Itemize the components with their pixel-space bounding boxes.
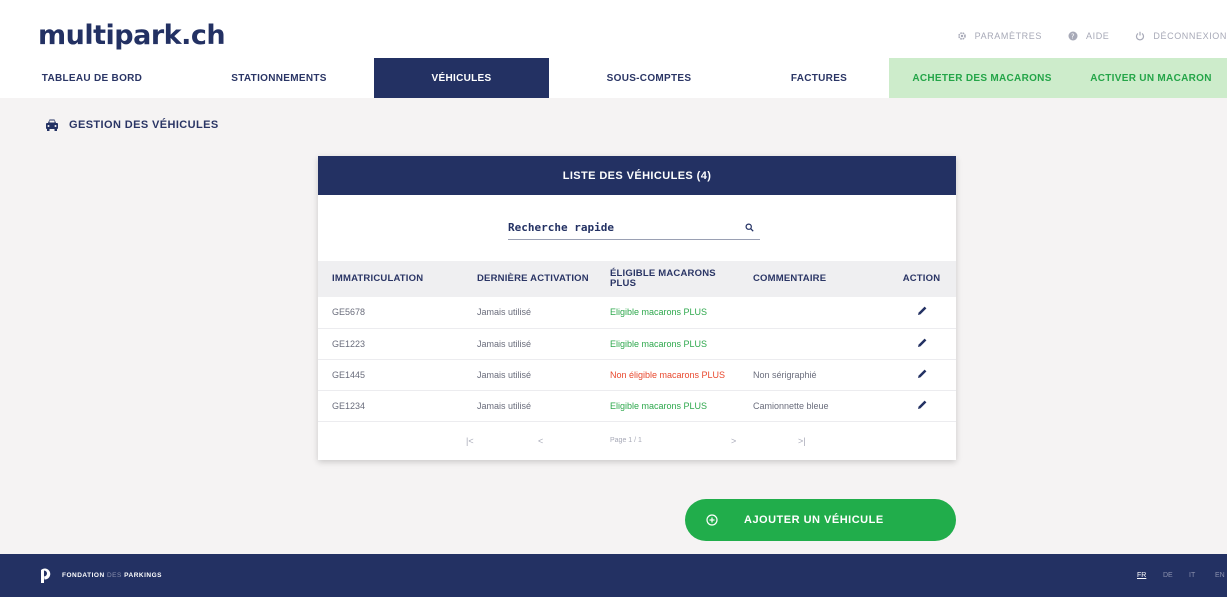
cell-last-activation: Jamais utilisé [463,328,596,360]
cell-comment: Non sérigraphié [739,359,887,391]
vehicle-list-title: LISTE DES VÉHICULES (4) [318,156,956,195]
site-header: multipark.ch PARAMÈTRES ? AIDE DÉCONNEXI… [0,0,1227,98]
site-footer: FONDATION DES PARKINGS FR DE IT EN [0,554,1227,597]
edit-icon[interactable] [916,305,928,317]
cell-plate: GE1234 [318,390,463,422]
search-input[interactable] [508,221,728,234]
lang-fr[interactable]: FR [1137,572,1149,579]
main-nav: TABLEAU DE BORD STATIONNEMENTS VÉHICULES… [0,58,1227,98]
table-row: GE1223 Jamais utilisé Eligible macarons … [318,328,956,360]
cell-comment [739,328,887,360]
column-header-plate[interactable]: IMMATRICULATION [318,261,463,297]
column-header-action: ACTION [887,261,956,297]
site-logo[interactable]: multipark.ch [38,20,226,51]
column-header-comment[interactable]: COMMENTAIRE [739,261,887,297]
nav-tab-parkings[interactable]: STATIONNEMENTS [184,58,374,98]
edit-icon[interactable] [916,368,928,380]
cell-last-activation: Jamais utilisé [463,297,596,329]
logout-label: DÉCONNEXION [1153,31,1227,41]
next-page-button[interactable]: > [731,436,736,446]
table-row: GE1445 Jamais utilisé Non éligible macar… [318,359,956,391]
vehicle-table: IMMATRICULATION DERNIÈRE ACTIVATION ÉLIG… [318,261,956,422]
column-header-eligible[interactable]: ÉLIGIBLE MACARONS PLUS [596,261,739,297]
settings-link[interactable]: PARAMÈTRES [957,31,1042,41]
page-title: GESTION DES VÉHICULES [45,118,219,132]
cell-eligible: Eligible macarons PLUS [596,297,739,329]
lang-en[interactable]: EN [1215,572,1227,579]
brand-word-2: DES [106,571,122,579]
cell-eligible: Non éligible macarons PLUS [596,359,739,391]
nav-tab-dashboard[interactable]: TABLEAU DE BORD [0,58,184,98]
pagination: |< < Page 1 / 1 > >| [318,436,956,454]
footer-brand[interactable]: FONDATION DES PARKINGS [38,566,162,584]
column-header-last-activation[interactable]: DERNIÈRE ACTIVATION [463,261,596,297]
page-indicator: Page 1 / 1 [610,437,642,444]
edit-icon[interactable] [916,337,928,349]
cell-plate: GE5678 [318,297,463,329]
brand-word-1: FONDATION [62,571,105,579]
nav-tab-subaccounts[interactable]: SOUS-COMPTES [549,58,749,98]
nav-activate-sticker[interactable]: ACTIVER UN MACARON [1075,58,1227,98]
table-row: GE1234 Jamais utilisé Eligible macarons … [318,390,956,422]
cell-plate: GE1223 [318,328,463,360]
car-icon [45,118,59,132]
lang-it[interactable]: IT [1189,572,1201,579]
nav-buy-stickers[interactable]: ACHETER DES MACARONS [889,58,1075,98]
table-row: GE5678 Jamais utilisé Eligible macarons … [318,297,956,329]
cell-eligible: Eligible macarons PLUS [596,328,739,360]
cell-comment: Camionnette bleue [739,390,887,422]
cell-last-activation: Jamais utilisé [463,359,596,391]
lang-de[interactable]: DE [1163,572,1175,579]
help-icon: ? [1068,31,1078,41]
vehicle-list-card: LISTE DES VÉHICULES (4) IMMATRICULATION … [318,156,956,460]
search-icon[interactable] [745,223,754,232]
cell-plate: GE1445 [318,359,463,391]
nav-tab-invoices[interactable]: FACTURES [749,58,889,98]
nav-tab-vehicles[interactable]: VÉHICULES [374,58,549,98]
utility-nav: PARAMÈTRES ? AIDE DÉCONNEXION [957,31,1227,41]
edit-icon[interactable] [916,399,928,411]
cell-comment [739,297,887,329]
parkings-logo-icon [38,566,52,584]
svg-text:?: ? [1071,33,1075,41]
power-icon [1135,31,1145,41]
last-page-button[interactable]: >| [798,436,806,446]
add-vehicle-button[interactable]: AJOUTER UN VÉHICULE [685,499,956,541]
footer-brand-text: FONDATION DES PARKINGS [62,572,162,579]
logout-link[interactable]: DÉCONNEXION [1135,31,1227,41]
table-header-row: IMMATRICULATION DERNIÈRE ACTIVATION ÉLIG… [318,261,956,297]
brand-word-3: PARKINGS [124,571,162,579]
settings-label: PARAMÈTRES [974,31,1042,41]
plus-circle-icon [706,514,718,526]
language-switcher: FR DE IT EN [1123,572,1227,579]
help-label: AIDE [1085,31,1110,41]
cell-eligible: Eligible macarons PLUS [596,390,739,422]
help-link[interactable]: ? AIDE [1068,31,1109,41]
cell-last-activation: Jamais utilisé [463,390,596,422]
gear-icon [957,31,967,41]
first-page-button[interactable]: |< [466,436,474,446]
quick-search [508,216,760,240]
add-vehicle-label: AJOUTER UN VÉHICULE [744,514,884,526]
prev-page-button[interactable]: < [538,436,543,446]
page-title-text: GESTION DES VÉHICULES [69,119,219,131]
